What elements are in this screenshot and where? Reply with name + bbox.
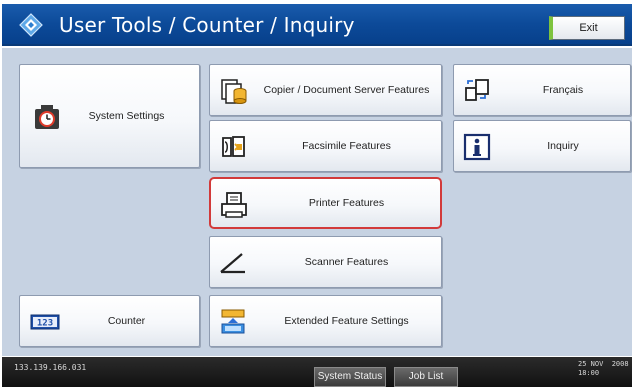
date-time: 25 NOV 2008 18:00	[578, 360, 629, 378]
header-bar: User Tools / Counter / Inquiry Exit	[2, 4, 632, 46]
extended-feature-label: Extended Feature Settings	[284, 314, 409, 327]
exit-button[interactable]: Exit	[549, 16, 625, 40]
language-switch-icon	[465, 79, 489, 101]
ip-address: 133.139.166.031	[14, 363, 87, 372]
scanner-icon	[220, 253, 245, 274]
screen: User Tools / Counter / Inquiry Exit Syst…	[0, 0, 636, 389]
counter-123-icon: 123	[30, 314, 60, 330]
main-panel: System Settings 123 Counter Copier / Doc…	[2, 48, 632, 356]
facsimile-label: Facsimile Features	[302, 139, 391, 152]
printer-icon	[221, 192, 247, 218]
extended-feature-settings-button[interactable]: Extended Feature Settings	[209, 295, 442, 347]
language-francais-button[interactable]: Français	[453, 64, 631, 116]
extended-feature-icon	[221, 309, 245, 334]
info-icon	[463, 133, 491, 161]
fax-icon	[222, 136, 245, 157]
time-text: 18:00	[578, 369, 600, 377]
svg-text:123: 123	[37, 319, 53, 329]
user-tools-logo-icon	[19, 13, 43, 37]
inquiry-label: Inquiry	[547, 139, 579, 152]
counter-button[interactable]: 123 Counter	[19, 295, 200, 347]
system-settings-button[interactable]: System Settings	[19, 64, 200, 168]
system-settings-label: System Settings	[88, 109, 165, 122]
printer-features-button[interactable]: Printer Features	[209, 177, 442, 229]
inquiry-button[interactable]: Inquiry	[453, 120, 631, 172]
scanner-features-button[interactable]: Scanner Features	[209, 236, 442, 288]
date-text: 25 NOV 2008	[578, 360, 629, 368]
copier-document-server-button[interactable]: Copier / Document Server Features	[209, 64, 442, 116]
status-bar: 133.139.166.031 System Status Job List 2…	[2, 357, 632, 387]
counter-label: Counter	[107, 314, 146, 327]
timer-clock-icon	[35, 105, 59, 129]
printer-label: Printer Features	[308, 196, 385, 209]
facsimile-button[interactable]: Facsimile Features	[209, 120, 442, 172]
copier-label: Copier / Document Server Features	[263, 83, 430, 96]
page-title: User Tools / Counter / Inquiry	[59, 13, 355, 37]
copier-icon	[221, 79, 247, 104]
language-label: Français	[542, 83, 584, 96]
system-status-button[interactable]: System Status	[314, 367, 386, 387]
job-list-button[interactable]: Job List	[394, 367, 458, 387]
scanner-label: Scanner Features	[304, 255, 389, 268]
